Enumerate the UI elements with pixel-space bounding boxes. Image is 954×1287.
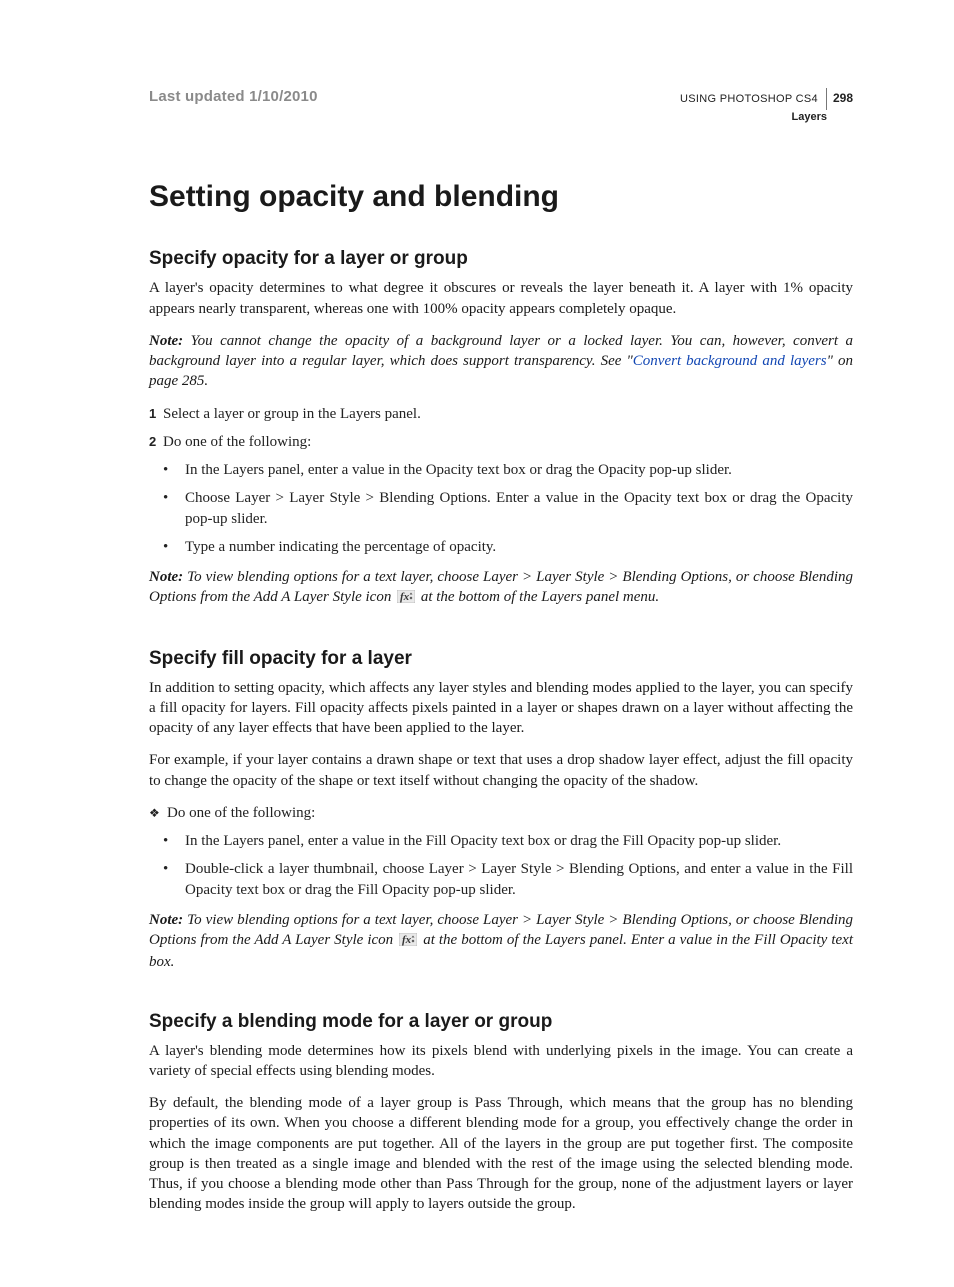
- page-number: 298: [833, 91, 853, 107]
- fx-icon: fx: [399, 932, 417, 952]
- body-text: A layer's blending mode determines how i…: [149, 1041, 853, 1082]
- diamond-step: Do one of the following:: [149, 803, 853, 823]
- body-text: By default, the blending mode of a layer…: [149, 1093, 853, 1215]
- note-text: at the bottom of the Layers panel menu.: [417, 589, 659, 605]
- last-updated: Last updated 1/10/2010: [149, 88, 318, 105]
- cross-reference-link[interactable]: Convert background and layers: [633, 353, 827, 369]
- fx-icon: fx: [397, 589, 415, 609]
- step-item: 1Select a layer or group in the Layers p…: [149, 404, 853, 424]
- header-right: USING PHOTOSHOP CS4 298 Layers: [680, 88, 853, 124]
- svg-text:fx: fx: [400, 591, 410, 603]
- step-item: 2Do one of the following:: [149, 432, 853, 452]
- section-heading-opacity: Specify opacity for a layer or group: [149, 248, 853, 270]
- note: Note: You cannot change the opacity of a…: [149, 331, 853, 392]
- bullet-list: In the Layers panel, enter a value in th…: [149, 831, 853, 900]
- note: Note: To view blending options for a tex…: [149, 910, 853, 973]
- note: Note: To view blending options for a tex…: [149, 567, 853, 610]
- list-item: Double-click a layer thumbnail, choose L…: [149, 859, 853, 900]
- document-page: Last updated 1/10/2010 USING PHOTOSHOP C…: [0, 0, 954, 1287]
- bullet-list: In the Layers panel, enter a value in th…: [149, 460, 853, 557]
- section-name: Layers: [680, 110, 827, 124]
- list-item: In the Layers panel, enter a value in th…: [149, 831, 853, 851]
- list-item: Type a number indicating the percentage …: [149, 537, 853, 557]
- header-divider: [826, 88, 827, 110]
- body-text: In addition to setting opacity, which af…: [149, 678, 853, 739]
- numbered-steps: 1Select a layer or group in the Layers p…: [149, 404, 853, 453]
- note-label: Note:: [149, 912, 183, 928]
- svg-text:fx: fx: [402, 934, 412, 946]
- note-label: Note:: [149, 333, 183, 349]
- page-title: Setting opacity and blending: [149, 180, 853, 214]
- body-text: A layer's opacity determines to what deg…: [149, 278, 853, 319]
- note-label: Note:: [149, 569, 183, 585]
- section-heading-fill-opacity: Specify fill opacity for a layer: [149, 648, 853, 670]
- list-item: In the Layers panel, enter a value in th…: [149, 460, 853, 480]
- step-text: Do one of the following:: [163, 434, 311, 450]
- list-item: Choose Layer > Layer Style > Blending Op…: [149, 488, 853, 529]
- step-text: Select a layer or group in the Layers pa…: [163, 406, 421, 422]
- page-header: Last updated 1/10/2010 USING PHOTOSHOP C…: [149, 88, 853, 124]
- body-text: For example, if your layer contains a dr…: [149, 750, 853, 791]
- doc-title: USING PHOTOSHOP CS4: [680, 92, 818, 106]
- section-heading-blending-mode: Specify a blending mode for a layer or g…: [149, 1011, 853, 1033]
